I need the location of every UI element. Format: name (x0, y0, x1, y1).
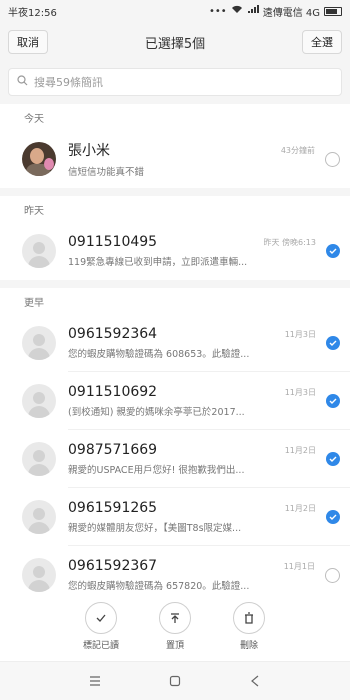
status-time: 半夜12:56 (8, 7, 57, 19)
avatar (22, 384, 56, 418)
status-carrier: 遠傳電信 4G (262, 7, 320, 19)
message-preview: 您的蝦皮購物驗證碼為 657820。此驗證... (68, 581, 250, 592)
avatar (22, 234, 56, 268)
menu-icon[interactable] (88, 674, 102, 688)
signal-icon (247, 5, 259, 17)
contact-name: 0987571669 (68, 442, 158, 458)
message-list[interactable]: 今天 張小米 43分鐘前 信短信功能真不錯 昨天 0911510495 昨天 傍晚6… (0, 104, 350, 630)
checkmark-icon (85, 602, 117, 634)
list-item[interactable]: 0961591265 11月2日 親愛的媒體朋友您好，【美圖T8s限定媒... (0, 488, 350, 546)
checked-circle-icon[interactable] (326, 452, 340, 466)
checked-circle-icon[interactable] (326, 244, 340, 258)
wifi-icon (231, 5, 243, 17)
top-bar: 取消 已選擇5個 全選 (0, 22, 350, 62)
message-time: 11月3日 (284, 329, 316, 339)
contact-name: 0961591265 (68, 500, 158, 516)
avatar (22, 442, 56, 476)
contact-name: 張小米 (68, 143, 110, 159)
list-item[interactable]: 0911510495 昨天 傍晚6:13 119緊急專線已收到申請，立即派遣車輛.… (0, 222, 350, 280)
page-title: 已選擇5個 (144, 36, 206, 52)
list-item[interactable]: 0987571669 11月2日 親愛的USPACE用戶您好! 很抱歉我們出... (0, 430, 350, 488)
message-time: 11月1日 (283, 561, 315, 571)
status-bar: 半夜12:56 ••• 遠傳電信 4G (0, 0, 350, 22)
battery-icon (324, 6, 342, 16)
message-preview: 親愛的USPACE用戶您好! 很抱歉我們出... (68, 465, 245, 476)
message-time: 43分鐘前 (280, 145, 315, 155)
checked-circle-icon[interactable] (326, 394, 340, 408)
list-item[interactable]: 張小米 43分鐘前 信短信功能真不錯 (0, 130, 350, 188)
pin-label: 置頂 (165, 641, 184, 651)
list-item[interactable]: 0961592364 11月3日 您的蝦皮購物驗證碼為 608653。此驗證... (0, 314, 350, 372)
message-time: 昨天 傍晚6:13 (263, 237, 316, 247)
section-header-today: 今天 (0, 104, 350, 130)
select-all-button[interactable]: 全選 (302, 30, 342, 54)
list-item[interactable]: 0911510692 11月3日 (到校通知) 親愛的媽咪余亭葶已於2017... (0, 372, 350, 430)
trash-icon (233, 602, 265, 634)
message-time: 11月2日 (284, 503, 316, 513)
message-time: 11月3日 (284, 387, 316, 397)
message-preview: 119緊急專線已收到申請，立即派遣車輛... (68, 257, 248, 268)
cancel-button[interactable]: 取消 (8, 30, 48, 54)
avatar (22, 558, 56, 592)
mark-read-label: 標記已讀 (82, 641, 119, 651)
pin-button[interactable]: 置頂 (152, 602, 198, 651)
search-placeholder: 搜尋59條簡訊 (34, 76, 103, 89)
message-preview: 信短信功能真不錯 (68, 167, 145, 178)
unchecked-circle-icon[interactable] (325, 567, 340, 583)
section-header-earlier: 更早 (0, 280, 350, 314)
contact-name: 0911510692 (68, 384, 158, 400)
delete-label: 刪除 (239, 641, 258, 651)
mark-read-button[interactable]: 標記已讀 (78, 602, 124, 651)
avatar (22, 326, 56, 360)
avatar (22, 500, 56, 534)
bottom-action-bar: 標記已讀 置頂 刪除 (0, 596, 350, 662)
status-indicators: ••• 遠傳電信 4G (209, 4, 342, 19)
checked-circle-icon[interactable] (326, 510, 340, 524)
home-icon[interactable] (168, 674, 182, 688)
delete-button[interactable]: 刪除 (226, 602, 272, 651)
message-time: 11月2日 (284, 445, 316, 455)
back-icon[interactable] (248, 674, 262, 688)
section-header-yesterday: 昨天 (0, 188, 350, 222)
unchecked-circle-icon[interactable] (325, 151, 340, 167)
more-dots-icon: ••• (209, 5, 227, 17)
search-icon (17, 75, 28, 89)
contact-name: 0911510495 (68, 234, 158, 250)
message-preview: (到校通知) 親愛的媽咪余亭葶已於2017... (68, 407, 245, 418)
avatar (22, 142, 56, 176)
search-input[interactable]: 搜尋59條簡訊 (8, 68, 342, 96)
contact-name: 0961592364 (68, 326, 158, 342)
message-preview: 親愛的媒體朋友您好，【美圖T8s限定媒... (68, 523, 242, 534)
checked-circle-icon[interactable] (326, 336, 340, 350)
pin-top-icon (159, 602, 191, 634)
message-preview: 您的蝦皮購物驗證碼為 608653。此驗證... (68, 349, 250, 360)
system-nav-bar (0, 661, 350, 700)
contact-name: 0961592367 (68, 558, 158, 574)
